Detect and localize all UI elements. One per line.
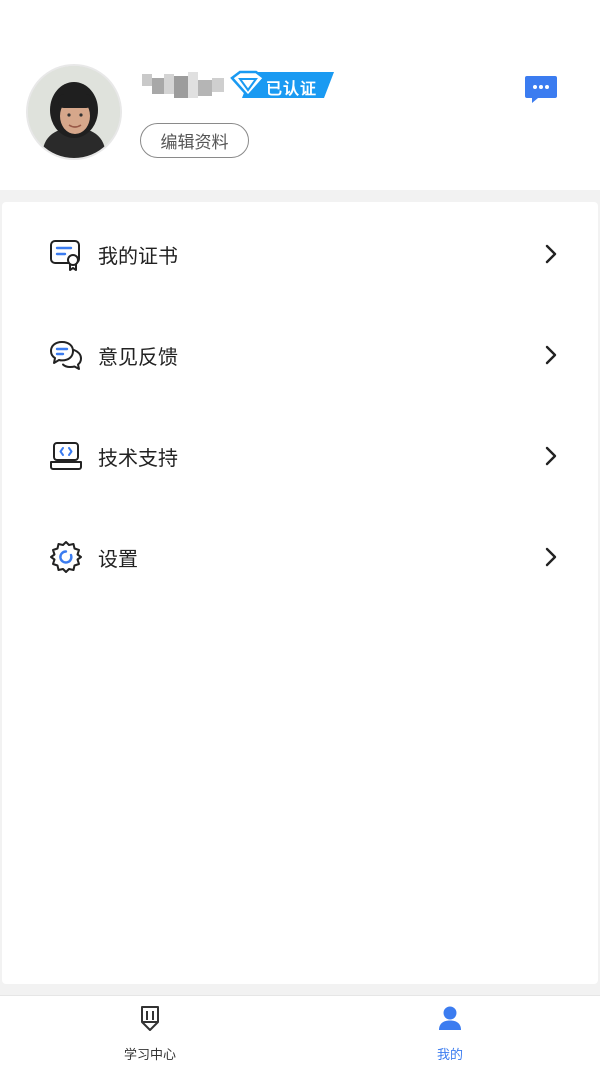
study-center-icon bbox=[136, 1004, 164, 1032]
feedback-icon bbox=[48, 337, 84, 373]
chevron-right-icon bbox=[544, 345, 558, 365]
avatar[interactable] bbox=[28, 66, 120, 158]
menu-card: 我的证书 意见反馈 技术支持 设置 bbox=[2, 202, 598, 984]
tab-study-center[interactable]: 学习中心 bbox=[0, 996, 300, 1067]
username-blurred bbox=[140, 70, 228, 102]
verified-label: 已认证 bbox=[266, 79, 318, 98]
profile-header: 已认证 编辑资料 bbox=[0, 0, 600, 190]
chevron-right-icon bbox=[544, 547, 558, 567]
menu-item-feedback[interactable]: 意见反馈 bbox=[2, 315, 598, 395]
menu-item-tech-support[interactable]: 技术支持 bbox=[2, 416, 598, 496]
message-icon[interactable] bbox=[524, 74, 558, 104]
menu-item-settings[interactable]: 设置 bbox=[2, 517, 598, 597]
tab-label: 我的 bbox=[436, 1048, 463, 1063]
menu-item-label: 技术支持 bbox=[98, 446, 178, 470]
menu-item-label: 我的证书 bbox=[98, 244, 178, 268]
certificate-icon bbox=[48, 236, 84, 272]
verified-badge: 已认证 bbox=[230, 70, 334, 100]
profile-icon bbox=[436, 1004, 464, 1032]
menu-item-label: 意见反馈 bbox=[98, 345, 178, 369]
edit-profile-button[interactable]: 编辑资料 bbox=[140, 123, 249, 158]
bottom-tab-bar: 学习中心 我的 bbox=[0, 995, 600, 1067]
menu-item-certificates[interactable]: 我的证书 bbox=[2, 214, 598, 294]
tech-support-icon bbox=[48, 438, 84, 474]
menu-item-label: 设置 bbox=[98, 547, 138, 571]
tab-label: 学习中心 bbox=[123, 1048, 176, 1063]
tab-mine[interactable]: 我的 bbox=[300, 996, 600, 1067]
chevron-right-icon bbox=[544, 446, 558, 466]
settings-icon bbox=[48, 539, 84, 575]
chevron-right-icon bbox=[544, 244, 558, 264]
